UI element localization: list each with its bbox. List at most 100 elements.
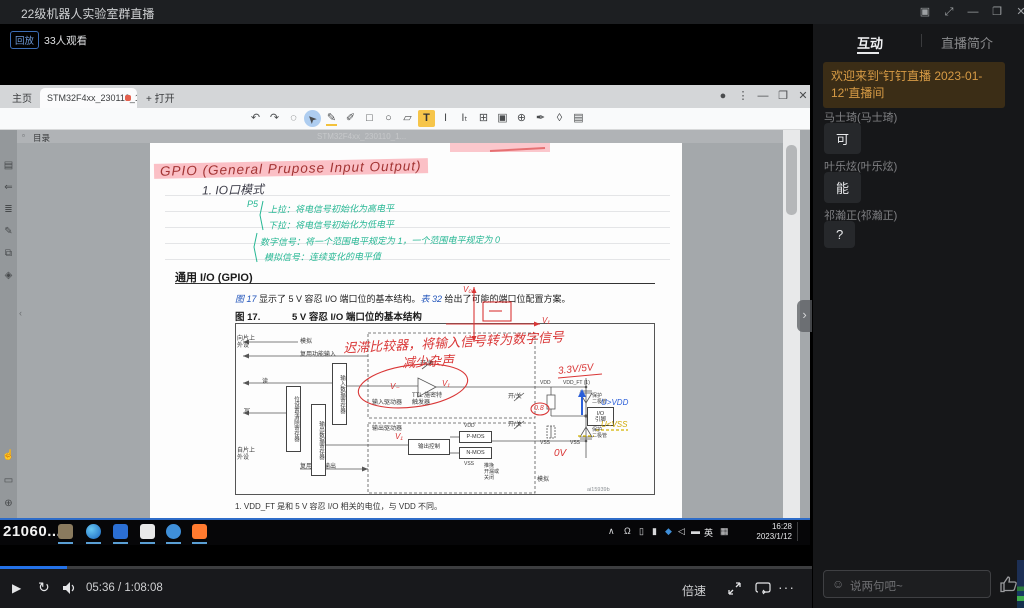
rectangle-icon[interactable]: □: [361, 110, 378, 127]
mirror-cast-icon[interactable]: [755, 581, 771, 600]
tab-interaction[interactable]: 互动: [857, 33, 883, 52]
paragraph-text: 显示了 5 V 容忍 I/O 端口位的基本结构。: [257, 294, 421, 304]
pdf-home-tab[interactable]: 主页: [12, 90, 32, 105]
wps-icon[interactable]: [192, 524, 207, 539]
ime-indicator[interactable]: 英: [704, 526, 713, 539]
tray-usb-icon[interactable]: ▯: [639, 526, 644, 537]
tray-battery-icon[interactable]: ▮: [652, 526, 657, 537]
tag-icon[interactable]: ◈: [1, 268, 16, 283]
diagram-label: 模拟: [300, 339, 312, 346]
select-cursor-icon[interactable]: ➤: [304, 110, 321, 127]
reload-icon[interactable]: ↻: [38, 579, 50, 596]
pdf-maximize-button[interactable]: ❐: [775, 88, 791, 104]
block-box: 输出控制: [408, 439, 450, 455]
tab-live-intro[interactable]: 直播简介: [941, 33, 993, 52]
taskbar-app3-icon[interactable]: [140, 524, 155, 539]
minimize-button[interactable]: —: [964, 4, 982, 20]
hand-tool-icon[interactable]: ☝: [1, 448, 16, 463]
unsaved-dot-icon: [125, 95, 131, 101]
chat-input-placeholder: 说两句吧~: [850, 578, 903, 594]
menu-icon[interactable]: ⋮: [735, 88, 751, 104]
text-select-icon[interactable]: Iₜ: [456, 110, 473, 127]
image-stamp-icon[interactable]: ▣: [494, 110, 511, 127]
pdf-scrollbar-thumb[interactable]: [786, 145, 797, 215]
tray-keyboard-icon[interactable]: ▦: [720, 526, 729, 537]
taskbar-clock[interactable]: 16:282023/1/12: [740, 522, 792, 541]
highlight-text-icon[interactable]: T: [418, 110, 435, 127]
welcome-banner: 欢迎来到“钉钉直播 2023-01-12”直播间: [823, 62, 1005, 108]
volume-icon[interactable]: [62, 581, 78, 600]
handwritten-red-annotation: V₋: [390, 382, 400, 391]
handwritten-red-annotation: V₁: [442, 379, 450, 388]
ellipse-icon[interactable]: ○: [380, 110, 397, 127]
undo-icon[interactable]: ↶: [247, 110, 264, 127]
pdf-document-tab[interactable]: STM32F4xx_230110_1...: [40, 88, 137, 108]
fullscreen-icon[interactable]: [727, 581, 742, 601]
taskbar-app2-icon[interactable]: [113, 524, 128, 539]
pen-icon[interactable]: ✐: [342, 110, 359, 127]
tray-expand-icon[interactable]: ∧: [608, 526, 615, 537]
playback-speed-button[interactable]: 倍速: [682, 582, 706, 599]
tray-network-icon[interactable]: ▬: [691, 526, 700, 536]
link-icon[interactable]: ⊕: [513, 110, 530, 127]
maximize-button[interactable]: ❐: [988, 4, 1006, 20]
textbox-icon[interactable]: ⊞: [475, 110, 492, 127]
show-desktop-button[interactable]: [797, 522, 808, 541]
panel-collapse-icon[interactable]: ‹: [19, 308, 22, 318]
redo-icon[interactable]: ↷: [266, 110, 283, 127]
pdf-document-area[interactable]: GPIO (General Prupose Input Output) 1. I…: [17, 143, 800, 518]
taskbar-app1-icon[interactable]: [58, 524, 73, 539]
chat-input[interactable]: ☺ 说两句吧~: [823, 570, 991, 598]
figure-footnote: 1. VDD_FT 是和 5 V 容忍 I/O 相关的电位，与 VDD 不同。: [235, 501, 442, 512]
more-options-button[interactable]: ···: [778, 579, 795, 595]
pdf-minimize-button[interactable]: —: [755, 88, 771, 104]
pdf-open-tab[interactable]: + 打开: [146, 90, 175, 105]
popup-window-icon[interactable]: ▣: [916, 4, 934, 20]
like-button[interactable]: [999, 574, 1019, 594]
cross-reference-link[interactable]: 图 17: [235, 294, 257, 304]
diagram-label: 开/关: [508, 394, 522, 401]
eraser-icon[interactable]: ◊: [551, 110, 568, 127]
toc-panel-icon[interactable]: ▤: [1, 158, 16, 173]
qq-icon[interactable]: [166, 524, 181, 539]
diagram-label: VDD: [540, 380, 551, 386]
page-organize-icon[interactable]: ⧉: [1, 246, 16, 261]
video-player-area[interactable]: 回放 33人观看 主页 STM32F4xx_230110_1... + 打开 ●…: [0, 24, 812, 608]
thumbnail-icon[interactable]: ≣: [1, 202, 16, 217]
block-box: N-MOS: [459, 447, 492, 459]
side-panel-icon[interactable]: ▤: [570, 110, 587, 127]
tray-volume-icon[interactable]: ◁: [678, 526, 685, 537]
annotation-list-icon[interactable]: ✎: [1, 224, 16, 239]
edge-browser-icon[interactable]: [86, 524, 101, 539]
panel-expand-handle[interactable]: ›: [797, 300, 812, 332]
toc-header-bar[interactable]: ▫ 目录 STM32F4xx_230110_1...: [17, 130, 800, 143]
close-button[interactable]: ✕: [1012, 4, 1024, 20]
tray-headset-icon[interactable]: Ω: [624, 526, 631, 536]
running-indicator: [113, 542, 128, 544]
figure-title: 5 V 容忍 I/O 端口位的基本结构: [292, 309, 422, 323]
window-titlebar: 22级机器人实验室群直播 ▣⤢—❐✕: [0, 0, 1024, 24]
bookmark-icon[interactable]: ⇐: [1, 180, 16, 195]
signature-icon[interactable]: ✒: [532, 110, 549, 127]
running-indicator: [166, 542, 181, 544]
cross-reference-link[interactable]: 表 32: [421, 294, 443, 304]
lasso-icon[interactable]: ◌: [285, 110, 302, 127]
play-button[interactable]: ▶: [12, 581, 21, 595]
diagram-label: 推挽 开漏或 关闭: [484, 463, 499, 481]
handwritten-blue-annotation: U>VDD: [601, 398, 628, 407]
account-icon[interactable]: ●: [715, 88, 731, 104]
viewer-count: 33人观看: [44, 33, 87, 48]
zoom-icon[interactable]: ⊕: [1, 496, 16, 511]
resize-window-icon[interactable]: ⤢: [940, 4, 958, 20]
emoji-icon[interactable]: ☺: [832, 577, 844, 591]
windows-taskbar: 21060... ∧Ω▯▮◆◁▬英▦ 16:282023/1/12: [0, 518, 810, 545]
running-indicator: [86, 542, 101, 544]
tray-bluetooth-icon[interactable]: ◆: [665, 526, 672, 537]
pencil-icon[interactable]: ✎: [323, 110, 340, 127]
pdf-close-button[interactable]: ✕: [795, 88, 811, 104]
fit-screen-icon[interactable]: ▭: [1, 473, 16, 488]
diagram-label: ai15939b: [587, 487, 610, 494]
diagram-label: 读: [262, 379, 268, 386]
text-tool-icon[interactable]: I: [437, 110, 454, 127]
polygon-icon[interactable]: ▱: [399, 110, 416, 127]
